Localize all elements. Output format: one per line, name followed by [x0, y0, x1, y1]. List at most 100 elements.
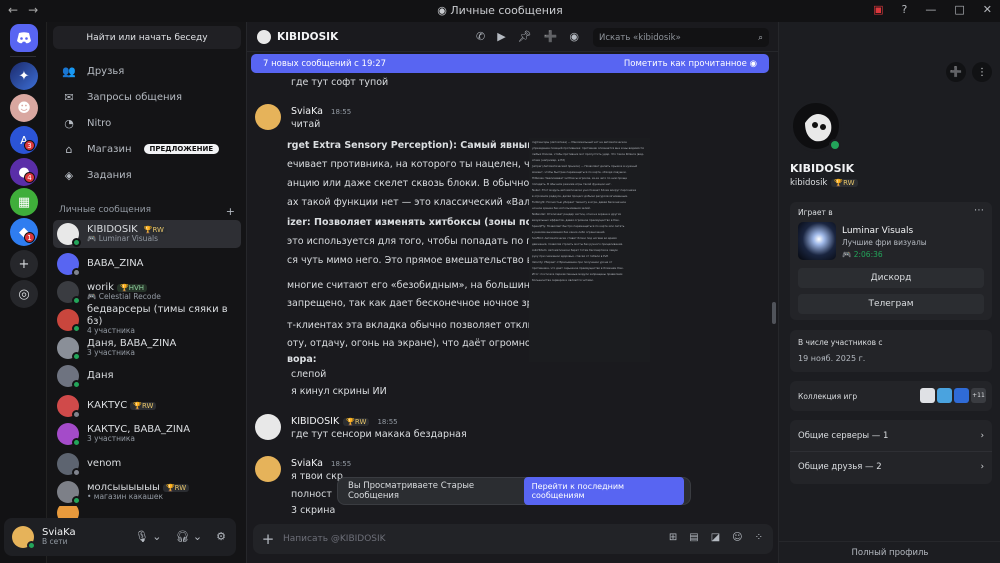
- jump-to-present-button[interactable]: Перейти к последним сообщениям: [523, 477, 684, 505]
- message-text: я твои скр: [291, 471, 343, 482]
- add-server-icon[interactable]: +: [10, 250, 38, 278]
- minimize-icon[interactable]: —: [925, 3, 936, 16]
- server-icon-6[interactable]: ◆: [10, 218, 38, 246]
- emoji-icon[interactable]: ☺: [732, 532, 742, 543]
- pinned-messages-icon[interactable]: 📌︎: [518, 30, 532, 43]
- offline-status: [72, 410, 81, 419]
- message-input[interactable]: Написать @KIBIDOSIK: [283, 534, 386, 544]
- gift-icon[interactable]: ⊞: [669, 532, 677, 543]
- online-status: [72, 496, 81, 505]
- full-profile-link[interactable]: Полный профиль: [779, 541, 1000, 558]
- message-avatar[interactable]: [255, 104, 281, 130]
- mutual-servers-row[interactable]: Общие серверы — 1 ›: [798, 431, 984, 441]
- attach-plus-icon[interactable]: +: [253, 530, 283, 548]
- dm-item[interactable]: venom: [53, 450, 241, 478]
- server-icon-2[interactable]: ☻: [10, 94, 38, 122]
- add-friend-icon[interactable]: ➕: [946, 62, 966, 82]
- member-since-card: В числе участников с 19 нояб. 2025 г.: [790, 330, 992, 372]
- nav-shop[interactable]: ⌂ Магазин ПРЕДЛОЖЕНИЕ: [53, 137, 241, 161]
- avatar: [57, 337, 81, 361]
- dm-item[interactable]: BABA_ZINA: [53, 250, 241, 278]
- nav-message-requests[interactable]: ✉ Запросы общения: [53, 85, 241, 109]
- user-avatar[interactable]: [12, 526, 36, 550]
- older-messages-banner: Вы Просматриваете Старые Сообщения Перей…: [337, 477, 691, 505]
- server-rail: ✦ ☻ A 3 ● 4 ▦ ◆ 1 + ◎: [0, 22, 46, 563]
- mark-as-read-button[interactable]: Пометить как прочитанное ◉: [624, 59, 757, 69]
- dm-item[interactable]: КАКТУС, BABA_ZINA 3 участника: [53, 420, 241, 448]
- chat-search-input[interactable]: Искать «kibidosik» ⌕: [593, 28, 769, 47]
- message-timestamp: 18:55: [331, 107, 352, 116]
- collection-icons: +11: [920, 388, 986, 403]
- message-text: т-клиентах эта вкладка обычно позволяет …: [287, 320, 542, 331]
- author-name[interactable]: SviaKa: [291, 458, 323, 469]
- chat-scrollbar[interactable]: [772, 302, 776, 324]
- apps-icon[interactable]: ⁘: [755, 532, 763, 543]
- nav-friends[interactable]: 👥 Друзья: [53, 59, 241, 83]
- microphone-icon[interactable]: 🎙︎ ⌄: [135, 530, 162, 543]
- game-thumb-icon: [954, 388, 969, 403]
- new-messages-bar[interactable]: 7 новых сообщений с 19:27 Пометить как п…: [251, 54, 769, 73]
- guild-tag: 🏆RW: [343, 417, 370, 426]
- nav-quests[interactable]: ◈ Задания: [53, 163, 241, 187]
- dm-item[interactable]: молсыыыыыы 🏆RW • магазин какашек: [53, 478, 241, 506]
- gif-icon[interactable]: ▤: [689, 532, 698, 543]
- server-icon-1[interactable]: ✦: [10, 62, 38, 90]
- server-icon-4[interactable]: ●: [10, 158, 38, 186]
- maximize-icon[interactable]: □: [954, 3, 964, 16]
- add-friends-icon[interactable]: ➕: [544, 30, 558, 43]
- headphones-icon[interactable]: 🎧︎ ⌄: [175, 530, 202, 543]
- message-text: это используется для того, чтобы попадат…: [287, 236, 550, 247]
- dm-item[interactable]: КАКТУС 🏆RW: [53, 392, 241, 420]
- close-icon[interactable]: ✕: [983, 3, 992, 16]
- offer-pill: ПРЕДЛОЖЕНИЕ: [143, 144, 220, 154]
- online-status: [72, 296, 81, 305]
- dm-item[interactable]: Даня, BABA_ZINA 3 участника: [53, 334, 241, 362]
- message-text: 3 скрина: [291, 505, 336, 516]
- author-name[interactable]: KIBIDOSIK: [291, 416, 339, 427]
- game-collection-card[interactable]: Коллекция игр +11: [790, 381, 992, 411]
- message-avatar[interactable]: [255, 414, 281, 440]
- message-composer[interactable]: + Написать @KIBIDOSIK ⊞ ▤ ◪ ☺ ⁘: [253, 524, 773, 554]
- member-since-date: 19 нояб. 2025 г.: [798, 354, 866, 363]
- dm-item[interactable]: бедварсеры (тимы сяяки в бз) 4 участника: [53, 304, 241, 335]
- profile-panel: ➕ ⋮ KIBIDOSIK kibidosik 🏆RW Играет в ⋯ L…: [778, 22, 1000, 563]
- author-name[interactable]: SviaKa: [291, 106, 323, 117]
- message-text: ся чуть мимо него. Это прямое вмешательс…: [287, 255, 543, 266]
- nav-nitro[interactable]: ◔ Nitro: [53, 111, 241, 135]
- server-icon-3[interactable]: A: [10, 126, 38, 154]
- chevron-right-icon: ›: [980, 462, 984, 472]
- user-profile-icon[interactable]: ◉: [569, 30, 579, 43]
- message-text: полност: [291, 489, 332, 500]
- help-icon[interactable]: ?: [902, 3, 908, 16]
- video-call-icon[interactable]: ▶: [497, 30, 505, 43]
- discover-icon[interactable]: ◎: [10, 280, 38, 308]
- window-title: ◉ Личные сообщения: [437, 4, 563, 17]
- shop-icon: ⌂: [65, 142, 73, 156]
- home-button[interactable]: [10, 24, 38, 52]
- telegram-button[interactable]: Телеграм: [798, 294, 984, 314]
- server-icon-5[interactable]: ▦: [10, 188, 38, 216]
- avatar: [57, 365, 81, 389]
- find-conversation-button[interactable]: Найти или начать беседу: [53, 26, 241, 49]
- message-text: где тут софт тупой: [291, 77, 389, 88]
- dm-item[interactable]: KIBIDOSIK 🏆RW 🎮 Luminar Visuals: [53, 220, 241, 248]
- discord-icon: [17, 32, 31, 44]
- sticker-icon[interactable]: ◪: [711, 532, 720, 543]
- more-icon[interactable]: ⋯: [974, 205, 984, 216]
- dm-item[interactable]: worik 🏆HVH 🎮 Celestial Recode: [53, 278, 241, 306]
- voice-call-icon[interactable]: ✆: [476, 30, 485, 43]
- guild-tag: 🏆RW: [831, 179, 858, 187]
- message-text: вора:: [287, 354, 317, 365]
- screenshot-attachment[interactable]: ing/Сенсоры (Автоатака) — Максимальный ч…: [529, 138, 650, 362]
- inbox-icon[interactable]: ▣: [873, 3, 883, 16]
- search-icon: ⌕: [758, 32, 763, 43]
- dm-item[interactable]: Даня: [53, 362, 241, 390]
- more-options-icon[interactable]: ⋮: [972, 62, 992, 82]
- create-dm-icon[interactable]: +: [226, 205, 235, 218]
- message-avatar[interactable]: [255, 456, 281, 482]
- message-text: запрещено, так как дает бесконечное ночн…: [287, 298, 545, 309]
- mutual-friends-row[interactable]: Общие друзья — 2 ›: [798, 462, 984, 472]
- discord-button[interactable]: Дискорд: [798, 268, 984, 288]
- settings-gear-icon[interactable]: ⚙: [216, 530, 226, 543]
- dm-sidebar: Найти или начать беседу 👥 Друзья ✉ Запросы…: [46, 22, 246, 563]
